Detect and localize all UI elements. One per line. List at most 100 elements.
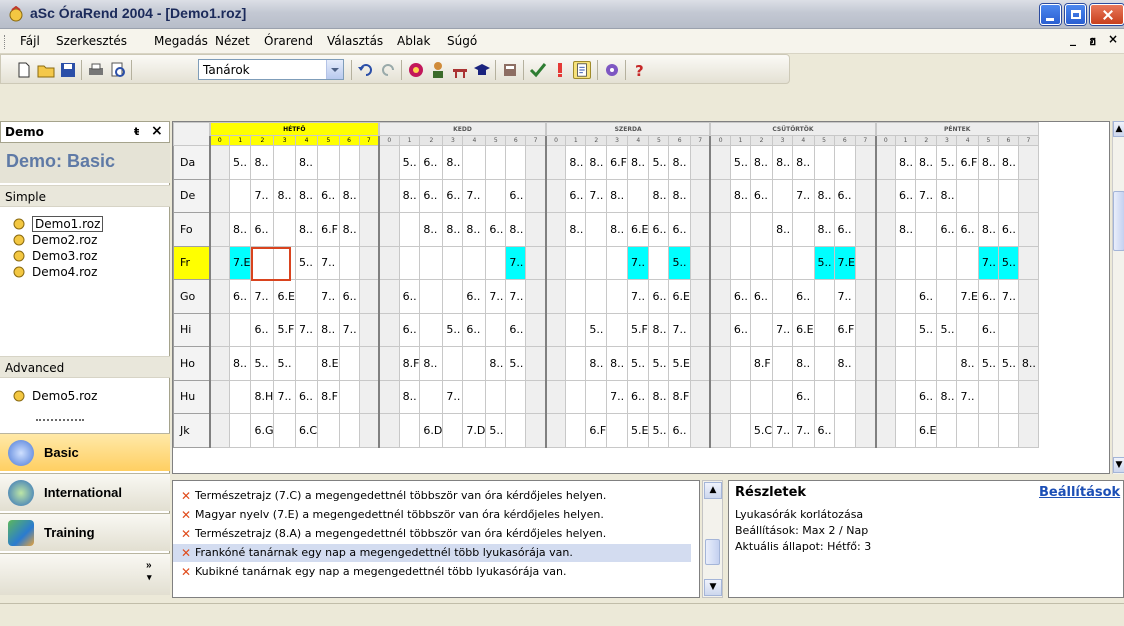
lesson-cell[interactable]: 8.. [485,346,507,381]
lesson-cell[interactable] [689,279,711,314]
lesson-cell[interactable]: 7.. [505,245,527,280]
teacher-name[interactable]: Jk [173,413,210,448]
nav-more-icon[interactable]: » [146,560,152,571]
lesson-cell[interactable] [338,245,360,280]
new-file-icon[interactable] [15,61,33,79]
lesson-cell[interactable] [729,346,751,381]
save-icon[interactable] [59,61,77,79]
lesson-cell[interactable]: 8.. [419,346,444,381]
lesson-cell[interactable] [525,178,547,213]
lesson-cell[interactable]: 5.. [648,346,670,381]
lesson-cell[interactable]: 8.. [668,178,691,213]
lesson-cell[interactable]: 7.. [585,178,608,213]
lesson-cell[interactable] [895,379,916,414]
lesson-cell[interactable] [378,312,400,347]
lesson-cell[interactable] [208,279,230,314]
lesson-cell[interactable] [936,279,958,314]
lesson-cell[interactable]: 8.. [250,145,275,180]
lesson-cell[interactable] [855,279,876,314]
lesson-cell[interactable] [378,346,400,381]
lesson-cell[interactable]: 5.. [668,245,691,280]
lesson-cell[interactable]: 5.. [442,312,464,347]
lesson-cell[interactable] [208,145,230,180]
lesson-cell[interactable] [565,245,587,280]
lesson-cell[interactable]: 6.. [977,279,999,314]
lesson-cell[interactable] [273,145,296,180]
lesson-cell[interactable] [338,145,360,180]
lesson-cell[interactable] [977,178,999,213]
lesson-cell[interactable] [895,346,916,381]
lesson-cell[interactable]: 8.. [648,312,670,347]
lesson-cell[interactable]: 7.. [606,379,628,414]
lesson-cell[interactable] [358,279,380,314]
generate-icon[interactable] [407,61,425,79]
lesson-cell[interactable]: 7.. [250,279,275,314]
lesson-cell[interactable]: 8.. [833,346,857,381]
lesson-cell[interactable] [544,178,567,213]
lesson-cell[interactable] [505,145,527,180]
lesson-cell[interactable] [525,145,547,180]
lesson-cell[interactable] [874,145,896,180]
lesson-cell[interactable] [378,145,400,180]
print-preview-icon[interactable] [109,61,127,79]
lesson-cell[interactable] [874,346,896,381]
lesson-cell[interactable]: 8.. [398,379,421,414]
timetable-scrollbar[interactable]: ▲ ▼ [1112,121,1124,474]
lesson-cell[interactable] [689,346,711,381]
lesson-cell[interactable]: 5.. [813,245,835,280]
lesson-cell[interactable]: 5.. [914,312,938,347]
lesson-cell[interactable] [874,245,896,280]
lesson-cell[interactable] [606,413,628,448]
lesson-cell[interactable] [208,312,230,347]
lesson-cell[interactable] [505,379,527,414]
lesson-cell[interactable] [208,245,230,280]
message-item[interactable]: ✕ Természetrajz (7.C) a megengedettnél tö… [173,487,691,505]
lesson-cell[interactable] [606,245,628,280]
lesson-cell[interactable] [749,379,774,414]
lesson-cell[interactable]: 6.. [398,312,421,347]
lesson-cell[interactable]: 8.. [606,178,628,213]
lesson-cell[interactable]: 8.F [317,379,340,414]
lesson-cell[interactable] [565,312,587,347]
teacher-name[interactable]: Go [173,279,210,314]
lesson-cell[interactable]: 8.. [956,346,979,381]
lesson-cell[interactable] [544,379,567,414]
lesson-cell[interactable]: 6.. [833,178,857,213]
lesson-cell[interactable]: 6.. [317,178,340,213]
lesson-cell[interactable]: 8.. [772,212,794,247]
menu-file[interactable]: Fájl [20,34,40,48]
lesson-cell[interactable]: 6.. [668,212,691,247]
lesson-cell[interactable]: 7.. [485,279,507,314]
lesson-cell[interactable]: 6.E [792,312,815,347]
lesson-cell[interactable]: 5.. [505,346,527,381]
message-item[interactable]: ✕ Magyar nyelv (7.E) a megengedettnél töb… [173,506,691,524]
warning-exclamation-icon[interactable] [551,61,569,79]
check-icon[interactable] [529,61,547,79]
lesson-cell[interactable]: 8.. [505,212,527,247]
lesson-cell[interactable] [689,379,711,414]
teacher-name[interactable]: Hi [173,312,210,347]
lesson-cell[interactable]: 6.. [398,279,421,314]
lesson-cell[interactable]: 6.F [956,145,979,180]
lesson-cell[interactable]: 6.. [294,379,319,414]
lesson-cell[interactable] [1017,145,1039,180]
selection-box[interactable] [250,247,291,281]
lesson-cell[interactable]: 5.E [626,413,650,448]
lesson-cell[interactable]: 6.. [729,279,751,314]
lesson-cell[interactable] [544,245,567,280]
nav-training-button[interactable]: Training [0,513,170,551]
lesson-cell[interactable]: 8.. [294,212,319,247]
lesson-cell[interactable] [626,178,650,213]
lesson-cell[interactable]: 7.. [772,413,794,448]
lesson-cell[interactable]: 7.. [317,279,340,314]
subjects-icon[interactable] [501,61,519,79]
menu-help[interactable]: Súgó [447,34,477,48]
lesson-cell[interactable]: 5.. [648,145,670,180]
lesson-cell[interactable] [585,212,608,247]
lesson-cell[interactable]: 8.. [317,312,340,347]
lesson-cell[interactable] [749,245,774,280]
settings-link[interactable]: Beállítások [1039,485,1120,500]
settings-wizard-icon[interactable] [603,61,621,79]
lesson-cell[interactable] [709,145,731,180]
lesson-cell[interactable] [855,145,876,180]
